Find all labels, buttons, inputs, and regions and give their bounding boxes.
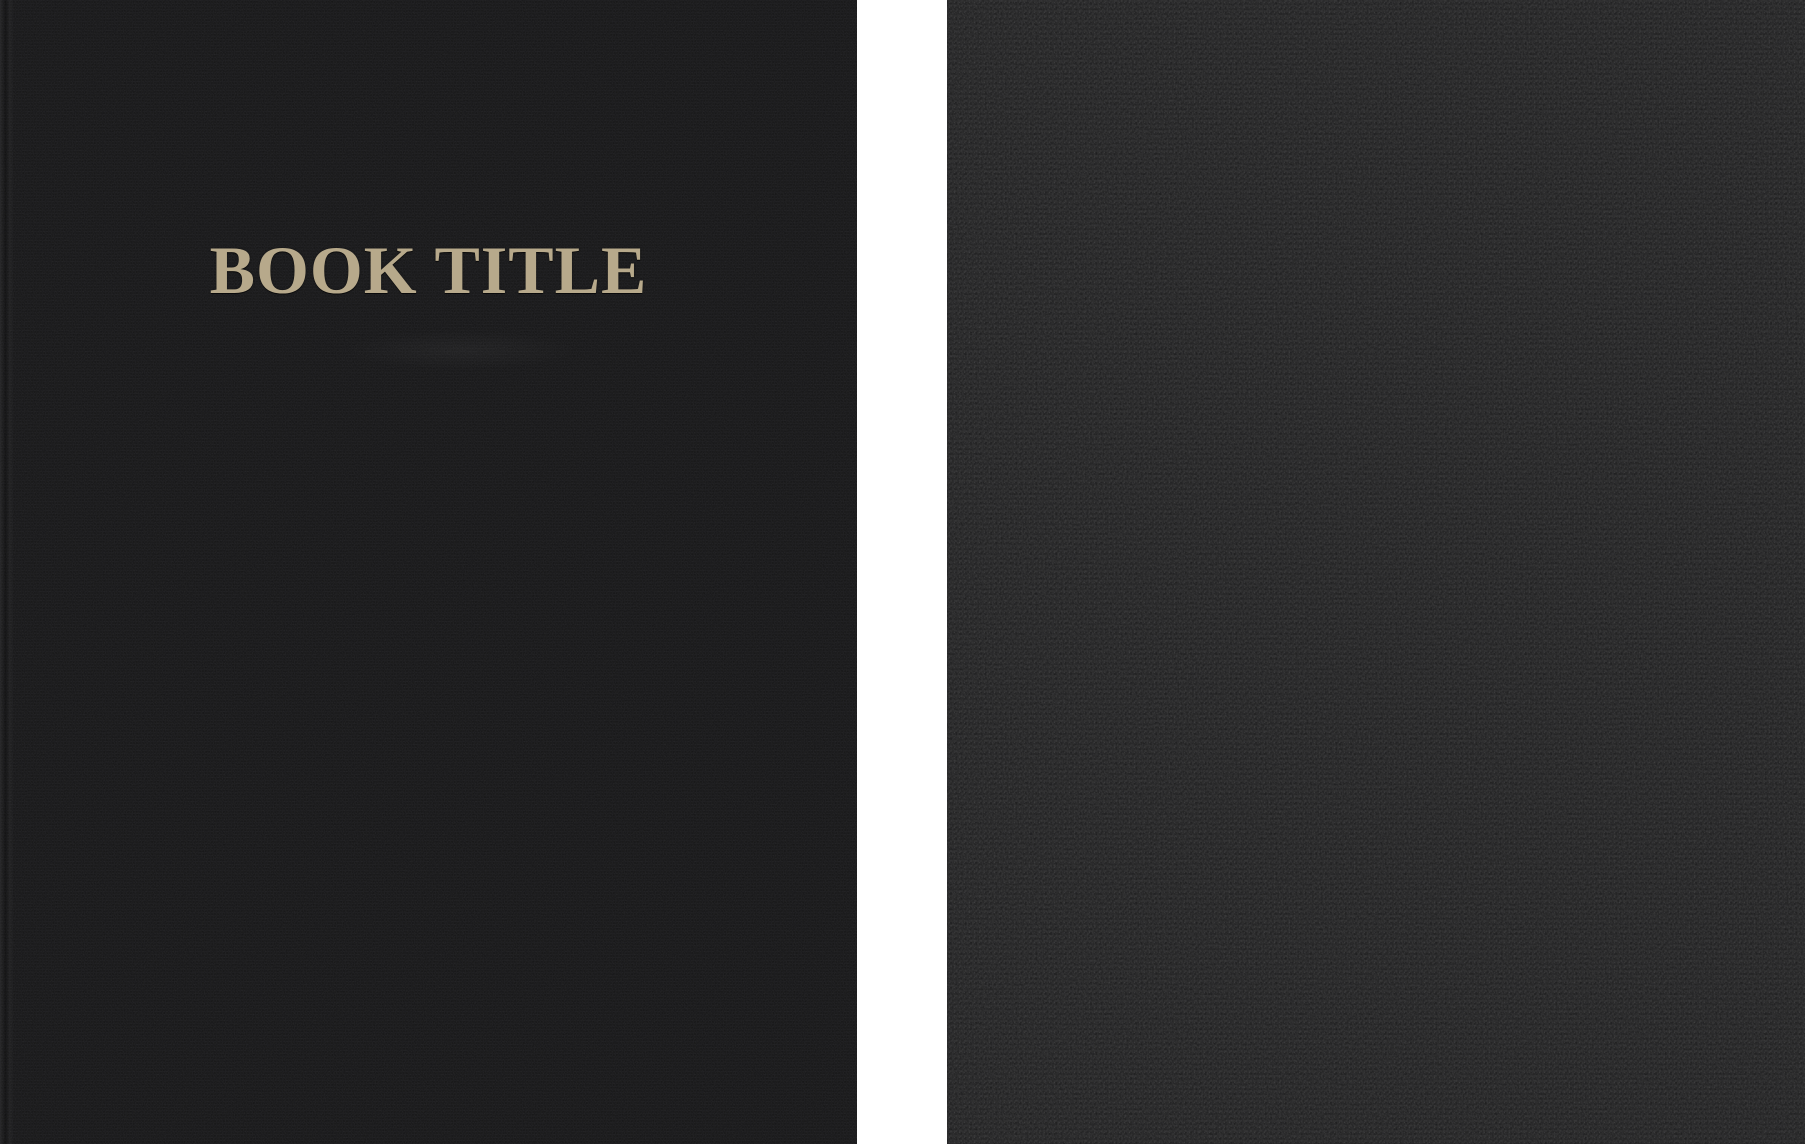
title-shine bbox=[340, 330, 580, 370]
back-cover-texture-closeup bbox=[947, 0, 1805, 1144]
cover-spine-edge bbox=[0, 0, 14, 1144]
book-cover-mockup: BOOK TITLE bbox=[0, 0, 1805, 1144]
front-cloth-texture bbox=[0, 0, 857, 1144]
front-cover: BOOK TITLE bbox=[0, 0, 857, 1144]
book-title: BOOK TITLE bbox=[209, 232, 648, 308]
back-cloth-texture bbox=[947, 0, 1805, 1144]
